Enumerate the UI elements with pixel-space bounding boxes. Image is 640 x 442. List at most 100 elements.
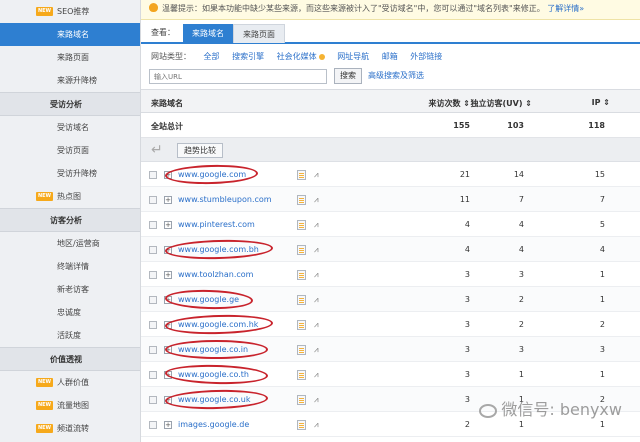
sidebar-item-channel-flow[interactable]: NEW 频道流转 (0, 417, 140, 440)
trend-chart-icon[interactable]: ⩘ (314, 370, 324, 380)
sidebar-item-heatmap[interactable]: NEW 热点图 (0, 185, 140, 208)
page-detail-icon[interactable] (297, 395, 306, 405)
sidebar-item-referrer-page[interactable]: 来路页面 (0, 46, 140, 69)
expand-icon[interactable]: + (164, 346, 172, 354)
col-header-ip[interactable]: IP ⇕ (592, 98, 610, 107)
sidebar-item-traffic-map[interactable]: NEW 流量地图 (0, 394, 140, 417)
sidebar-item-loyalty[interactable]: 忠诚度 (0, 301, 140, 324)
sidebar-item-region[interactable]: 地区/运营商 (0, 232, 140, 255)
trend-chart-icon[interactable]: ⩘ (314, 320, 324, 330)
visits-value: 3 (464, 270, 470, 279)
trend-chart-icon[interactable]: ⩘ (314, 195, 324, 205)
col-header-domain[interactable]: 来路域名 (151, 98, 183, 109)
page-detail-icon[interactable] (297, 295, 306, 305)
expand-icon[interactable]: + (164, 421, 172, 429)
url-search-input[interactable] (149, 69, 327, 84)
sidebar-item-visited-page[interactable]: 受访页面 (0, 139, 140, 162)
domain-link[interactable]: www.pinterest.com (178, 220, 255, 229)
row-checkbox[interactable] (149, 346, 157, 354)
expand-icon[interactable]: + (164, 196, 172, 204)
col-header-uv[interactable]: 独立访客(UV) ⇕ (471, 98, 533, 109)
domain-link[interactable]: www.toolzhan.com (178, 270, 253, 279)
row-checkbox[interactable] (149, 321, 157, 329)
expand-icon[interactable]: + (164, 221, 172, 229)
trend-chart-icon[interactable]: ⩘ (314, 270, 324, 280)
row-checkbox[interactable] (149, 396, 157, 404)
trend-chart-icon[interactable]: ⩘ (314, 295, 324, 305)
sidebar-item-crowd-value[interactable]: NEW 人群价值 (0, 371, 140, 394)
sidebar-item-visited-ranking[interactable]: 受访升降榜 (0, 162, 140, 185)
ip-value: 1 (599, 295, 605, 304)
domain-link[interactable]: www.google.co.uk (178, 395, 250, 404)
row-checkbox[interactable] (149, 296, 157, 304)
sidebar-section-guest[interactable]: 访客分析 (0, 208, 140, 232)
row-checkbox[interactable] (149, 271, 157, 279)
trend-chart-icon[interactable]: ⩘ (314, 170, 324, 180)
expand-icon[interactable]: + (164, 246, 172, 254)
sidebar-item-seo[interactable]: NEW SEO推荐 (0, 0, 140, 23)
sidebar-section-visited[interactable]: 受访分析 (0, 92, 140, 116)
arrow-icon: ↵ (151, 142, 163, 158)
row-checkbox[interactable] (149, 221, 157, 229)
page-detail-icon[interactable] (297, 170, 306, 180)
expand-icon[interactable]: + (164, 371, 172, 379)
domain-link[interactable]: www.stumbleupon.com (178, 195, 272, 204)
col-header-visits[interactable]: 来访次数 ⇕ (429, 98, 471, 109)
filter-external-link[interactable]: 外部链接 (410, 52, 442, 61)
expand-icon[interactable]: + (164, 396, 172, 404)
filter-search-engine[interactable]: 搜索引擎 (232, 52, 264, 61)
sidebar-item-referrer-domain[interactable]: 来路域名 (0, 23, 140, 46)
trend-chart-icon[interactable]: ⩘ (314, 395, 324, 405)
domain-link[interactable]: www.google.co.th (178, 370, 249, 379)
row-checkbox[interactable] (149, 421, 157, 429)
sidebar-item-activity[interactable]: 活跃度 (0, 324, 140, 347)
search-button[interactable]: 搜索 (334, 68, 362, 84)
visits-value: 2 (464, 420, 470, 429)
sidebar-item-terminal[interactable]: 终端详情 (0, 255, 140, 278)
row-checkbox[interactable] (149, 171, 157, 179)
filter-social-media[interactable]: 社会化媒体 (277, 52, 325, 61)
domain-link[interactable]: www.google.com.hk (178, 320, 258, 329)
sidebar-section-value[interactable]: 价值透视 (0, 347, 140, 371)
page-detail-icon[interactable] (297, 245, 306, 255)
learn-more-link[interactable]: 了解详情» (547, 4, 584, 13)
expand-icon[interactable]: + (164, 271, 172, 279)
ip-value: 5 (599, 220, 605, 229)
domain-link[interactable]: www.google.com (178, 170, 246, 179)
expand-icon[interactable]: + (164, 321, 172, 329)
row-checkbox[interactable] (149, 371, 157, 379)
domain-link[interactable]: www.google.co.in (178, 345, 248, 354)
trend-chart-icon[interactable]: ⩘ (314, 245, 324, 255)
tab-referrer-domain[interactable]: 来路域名 (183, 24, 233, 43)
page-detail-icon[interactable] (297, 220, 306, 230)
uv-value: 2 (518, 320, 524, 329)
filter-email[interactable]: 邮箱 (382, 52, 398, 61)
page-detail-icon[interactable] (297, 320, 306, 330)
page-detail-icon[interactable] (297, 420, 306, 430)
row-checkbox[interactable] (149, 246, 157, 254)
filter-all[interactable]: 全部 (204, 52, 220, 61)
sidebar-item-visited-domain[interactable]: 受访域名 (0, 116, 140, 139)
domain-link[interactable]: www.google.ge (178, 295, 239, 304)
trend-chart-icon[interactable]: ⩘ (314, 345, 324, 355)
trend-chart-icon[interactable]: ⩘ (314, 220, 324, 230)
page-detail-icon[interactable] (297, 370, 306, 380)
row-checkbox[interactable] (149, 196, 157, 204)
sidebar-item-new-old[interactable]: 新老访客 (0, 278, 140, 301)
tab-referrer-page[interactable]: 来路页面 (233, 24, 285, 43)
trend-chart-icon[interactable]: ⩘ (314, 420, 324, 430)
page-detail-icon[interactable] (297, 345, 306, 355)
visits-value: 3 (464, 370, 470, 379)
advanced-search-link[interactable]: 高级搜索及筛选 (368, 70, 424, 81)
domain-link[interactable]: images.google.de (178, 420, 249, 429)
filter-nav-site[interactable]: 网址导航 (337, 52, 369, 61)
expand-icon[interactable]: + (164, 296, 172, 304)
page-detail-icon[interactable] (297, 270, 306, 280)
trend-compare-button[interactable]: 趋势比较 (177, 143, 223, 158)
ip-value: 2 (599, 320, 605, 329)
compare-toolbar: ↵ 趋势比较 (141, 138, 640, 162)
expand-icon[interactable]: + (164, 171, 172, 179)
domain-link[interactable]: www.google.com.bh (178, 245, 259, 254)
page-detail-icon[interactable] (297, 195, 306, 205)
sidebar-item-source-ranking[interactable]: 来源升降榜 (0, 69, 140, 92)
